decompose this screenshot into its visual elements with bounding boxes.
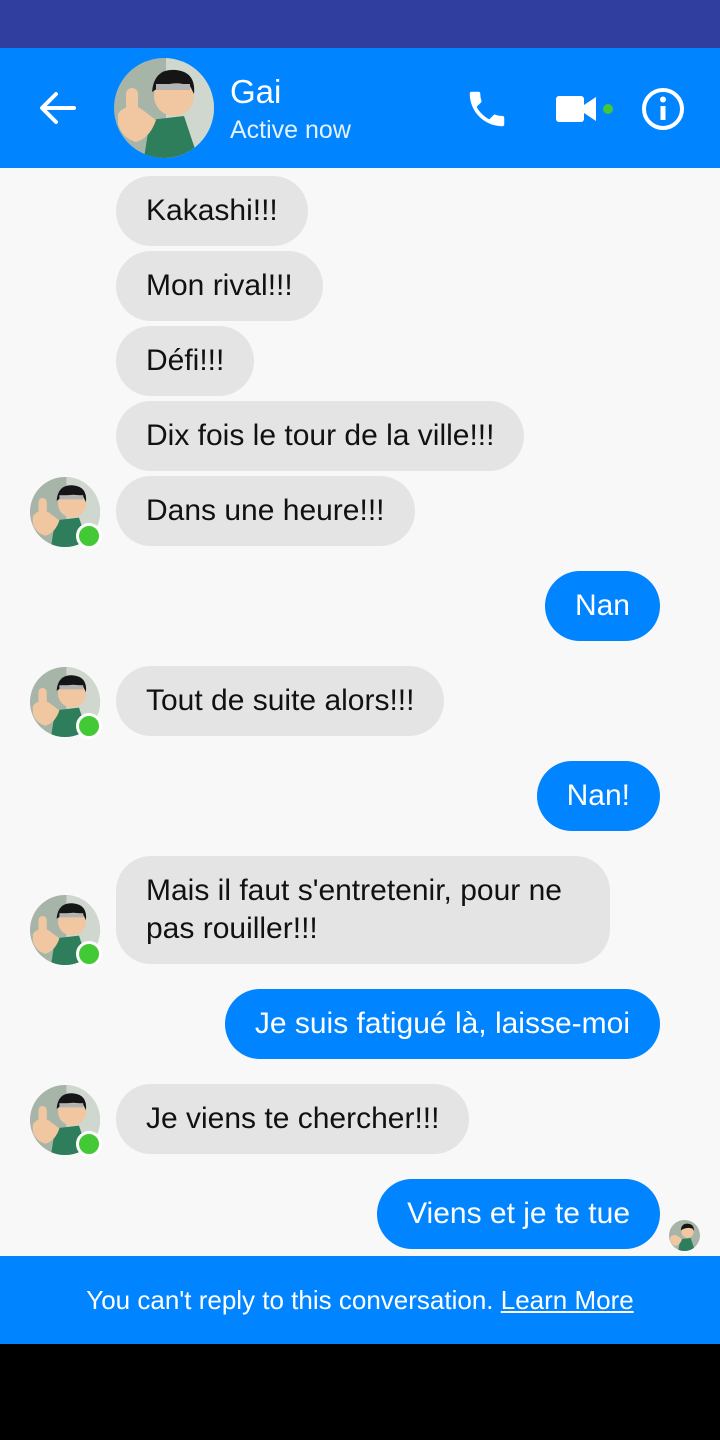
incoming-message[interactable]: Kakashi!!! (116, 176, 308, 246)
reply-disabled-text: You can't reply to this conversation. (86, 1285, 494, 1315)
outgoing-message[interactable]: Nan! (536, 761, 660, 831)
chat-header: Gai Active now (0, 48, 720, 168)
incoming-message[interactable]: Défi!!! (116, 326, 255, 396)
contact-avatar-small[interactable] (30, 895, 102, 967)
learn-more-link[interactable]: Learn More (501, 1285, 634, 1315)
back-arrow-icon[interactable] (36, 86, 80, 130)
reply-disabled-banner: You can't reply to this conversation. Le… (0, 1256, 720, 1344)
online-indicator (76, 1131, 102, 1157)
incoming-message[interactable]: Dans une heure!!! (116, 476, 415, 546)
outgoing-message[interactable]: Viens et je te tue (377, 1179, 660, 1249)
outgoing-message[interactable]: Je suis fatigué là, laisse-moi (224, 989, 660, 1059)
phone-icon[interactable] (462, 86, 512, 132)
seen-avatar (669, 1220, 700, 1251)
status-bar (0, 0, 720, 48)
video-camera-icon[interactable] (554, 90, 618, 130)
incoming-message[interactable]: Mais il faut s'entretenir, pour ne pas r… (116, 856, 610, 964)
contact-avatar[interactable] (114, 58, 214, 158)
info-icon[interactable] (640, 86, 686, 132)
incoming-message[interactable]: Je viens te chercher!!! (116, 1084, 470, 1154)
message-list[interactable]: Kakashi!!! Mon rival!!! Défi!!! Dix fois… (0, 168, 720, 1256)
contact-avatar-small[interactable] (30, 1085, 102, 1157)
outgoing-message[interactable]: Nan (544, 571, 660, 641)
incoming-message[interactable]: Dix fois le tour de la ville!!! (116, 401, 525, 471)
navigation-bar (0, 1344, 720, 1440)
contact-name: Gai (230, 73, 282, 110)
online-indicator (76, 713, 102, 739)
incoming-message[interactable]: Tout de suite alors!!! (116, 666, 445, 736)
contact-avatar-small[interactable] (30, 477, 102, 549)
contact-avatar-small[interactable] (30, 667, 102, 739)
contact-status: Active now (230, 116, 351, 144)
online-indicator (76, 941, 102, 967)
incoming-message[interactable]: Mon rival!!! (116, 251, 323, 321)
online-indicator (76, 523, 102, 549)
